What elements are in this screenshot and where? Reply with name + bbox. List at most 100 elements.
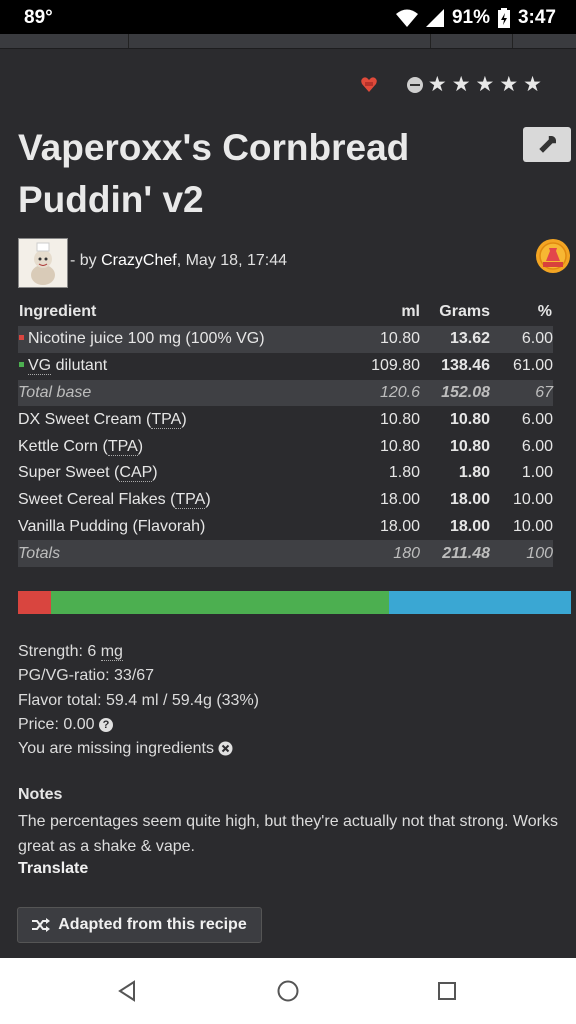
home-icon[interactable] bbox=[276, 979, 300, 1003]
strength-unit[interactable]: mg bbox=[100, 643, 123, 661]
adapted-from-button[interactable]: Adapted from this recipe bbox=[17, 907, 262, 943]
star-icon[interactable]: ★ bbox=[428, 74, 447, 96]
vg-abbr[interactable]: VG bbox=[28, 357, 52, 376]
notes-text: The percentages seem quite high, but the… bbox=[18, 813, 558, 855]
table-row: Nicotine juice 100 mg (100% VG) 10.80 13… bbox=[18, 326, 553, 353]
avatar[interactable] bbox=[18, 238, 68, 288]
table-row: Kettle Corn (TPA) 10.80 10.80 6.00 bbox=[18, 433, 553, 460]
manufacturer-abbr[interactable]: CAP bbox=[119, 464, 153, 483]
star-icon[interactable]: ★ bbox=[499, 74, 518, 96]
manufacturer-abbr[interactable]: TPA bbox=[107, 437, 138, 456]
pct-value: 1.00 bbox=[521, 464, 553, 482]
byline: - by CrazyChef, May 18, 17:44 bbox=[70, 252, 287, 270]
ml-value: 18.00 bbox=[379, 491, 420, 509]
ingredient-table: Ingredient ml Grams % Nicotine juice 100… bbox=[18, 298, 553, 568]
wifi-icon bbox=[395, 9, 418, 27]
battery-charging-icon bbox=[497, 8, 510, 28]
help-icon[interactable]: ? bbox=[98, 717, 113, 732]
nicotine-marker bbox=[19, 335, 24, 341]
rating-bar: ★ ★ ★ ★ ★ bbox=[360, 74, 542, 96]
ml-value: 10.80 bbox=[379, 410, 420, 428]
ratio-segment bbox=[388, 591, 571, 614]
ingredient-name: Total base bbox=[18, 379, 320, 407]
grams-value: 10.80 bbox=[449, 410, 490, 428]
col-pct[interactable]: % bbox=[498, 298, 553, 326]
price: Price: 0.00 bbox=[18, 715, 95, 733]
ingredient-name-post: ) bbox=[137, 437, 144, 455]
flavor-total: Flavor total: 59.4 ml / 59.4g (33%) bbox=[18, 691, 259, 709]
by-prefix: - by bbox=[70, 252, 102, 269]
pg-vg-ratio-bar bbox=[18, 591, 571, 614]
col-ml[interactable]: ml bbox=[320, 298, 428, 326]
col-grams[interactable]: Grams bbox=[428, 298, 498, 326]
ratio-segment bbox=[51, 591, 389, 614]
heart-icon[interactable] bbox=[360, 76, 378, 94]
pct-value: 61.00 bbox=[512, 357, 553, 375]
grams-value: 10.80 bbox=[449, 437, 490, 455]
pct-value: 6.00 bbox=[521, 437, 553, 455]
author-link[interactable]: CrazyChef bbox=[101, 252, 177, 269]
recipe-title-line1: Vaperoxx's Cornbread bbox=[18, 127, 410, 168]
grams-value: 18.00 bbox=[449, 491, 490, 509]
star-icon[interactable]: ★ bbox=[476, 74, 495, 96]
table-row: Sweet Cereal Flakes (TPA) 18.00 18.00 10… bbox=[18, 487, 553, 514]
grams-value: 211.48 bbox=[428, 540, 498, 568]
shuffle-icon bbox=[32, 918, 51, 932]
ml-value: 18.00 bbox=[379, 517, 420, 535]
manufacturer-abbr[interactable]: TPA bbox=[175, 491, 206, 510]
ml-value: 10.80 bbox=[320, 326, 428, 353]
clear-rating-icon[interactable] bbox=[406, 77, 423, 93]
notes-heading: Notes bbox=[18, 786, 63, 803]
ingredient-name-pre[interactable]: Super Sweet ( bbox=[18, 464, 119, 481]
pct-value: 67 bbox=[498, 379, 553, 407]
top-tab-strip[interactable] bbox=[0, 34, 576, 49]
manufacturer-abbr[interactable]: TPA bbox=[151, 410, 182, 429]
ingredient-name-post: ) bbox=[152, 464, 158, 482]
price-line: Price: 0.00 ? bbox=[18, 713, 259, 737]
ml-value: 120.6 bbox=[320, 379, 428, 407]
system-nav-bar bbox=[0, 958, 576, 1024]
ratio-segment bbox=[18, 591, 52, 614]
pct-value: 10.00 bbox=[512, 517, 553, 535]
ml-value: 1.80 bbox=[388, 464, 420, 482]
close-circle-icon[interactable] bbox=[218, 741, 233, 756]
vg-marker bbox=[19, 361, 24, 367]
ingredient-name[interactable]: Vanilla Pudding (Flavorah) bbox=[18, 514, 320, 541]
recipe-title-line2: Puddin' v2 bbox=[18, 179, 204, 220]
recents-icon[interactable] bbox=[437, 981, 457, 1001]
post-date: , May 18, 17:44 bbox=[176, 252, 287, 269]
grams-value: 13.62 bbox=[428, 326, 498, 353]
recipe-info: Strength: 6 mg PG/VG-ratio: 33/67 Flavor… bbox=[18, 640, 259, 761]
strength-line: Strength: 6 mg bbox=[18, 640, 259, 664]
ingredient-name: Totals bbox=[18, 540, 320, 568]
star-icon[interactable]: ★ bbox=[452, 74, 471, 96]
clock: 3:47 bbox=[517, 7, 556, 28]
back-icon[interactable] bbox=[116, 980, 138, 1002]
pct-value: 6.00 bbox=[521, 410, 553, 428]
grams-value: 1.80 bbox=[458, 464, 490, 482]
missing-line: You are missing ingredients bbox=[18, 737, 259, 761]
supporter-badge bbox=[535, 238, 571, 279]
ingredient-name-pre[interactable]: DX Sweet Cream ( bbox=[18, 411, 151, 428]
translate-link[interactable]: Translate bbox=[18, 860, 88, 878]
pgvg-ratio: PG/VG-ratio: 33/67 bbox=[18, 667, 155, 685]
ingredient-name-post: ) bbox=[181, 410, 187, 428]
ingredient-name-pre[interactable]: Sweet Cereal Flakes ( bbox=[18, 491, 175, 508]
edit-tools-button[interactable] bbox=[523, 127, 571, 162]
status-bar: 89° 91% 3:47 bbox=[0, 0, 576, 34]
pct-value: 100 bbox=[498, 540, 553, 568]
wrench-icon bbox=[539, 135, 556, 153]
star-icon[interactable]: ★ bbox=[523, 74, 542, 96]
temperature: 89° bbox=[24, 7, 53, 28]
ingredient-name-post: dilutant bbox=[51, 357, 108, 375]
totals-row: Totals 180 211.48 100 bbox=[18, 540, 553, 568]
ml-value: 10.80 bbox=[379, 437, 420, 455]
missing-ingredients: You are missing ingredients bbox=[18, 740, 214, 758]
col-ingredient[interactable]: Ingredient bbox=[18, 298, 320, 326]
signal-icon bbox=[425, 9, 444, 27]
ingredient-name[interactable]: Nicotine juice 100 mg (100% VG) bbox=[28, 330, 265, 347]
grams-value: 18.00 bbox=[449, 517, 490, 535]
ingredient-name-pre[interactable]: Kettle Corn ( bbox=[18, 438, 108, 455]
pct-value: 6.00 bbox=[498, 326, 553, 353]
recipe-title: Vaperoxx's Cornbread Puddin' v2 bbox=[18, 122, 498, 226]
